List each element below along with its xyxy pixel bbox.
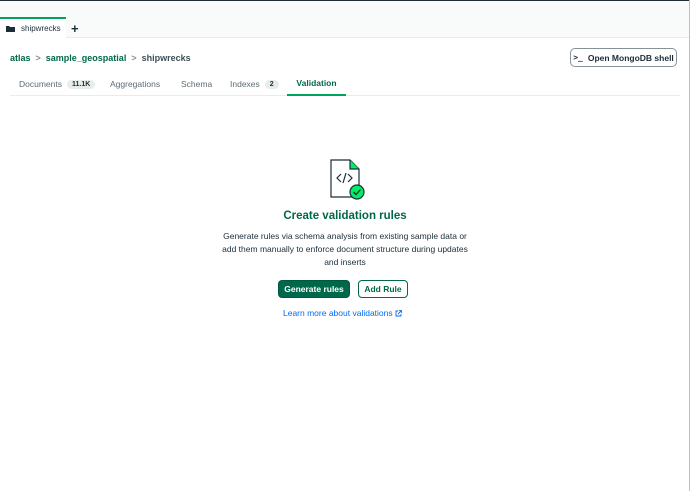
learn-more-validations-link[interactable]: Learn more about validations bbox=[283, 308, 402, 318]
add-tab-button[interactable]: + bbox=[71, 22, 79, 35]
chevron-right-icon: > bbox=[35, 53, 41, 63]
generate-rules-button[interactable]: Generate rules bbox=[278, 280, 350, 298]
workspace-tab-label: shipwrecks bbox=[21, 24, 61, 33]
breadcrumb-item-collection: shipwrecks bbox=[141, 53, 191, 63]
workspace-tab-shipwrecks[interactable]: shipwrecks bbox=[0, 17, 66, 38]
terminal-icon: >_ bbox=[573, 53, 583, 62]
tab-aggregations-label: Aggregations bbox=[110, 79, 161, 89]
empty-state-title: Create validation rules bbox=[283, 210, 407, 222]
empty-state-description: Generate rules via schema analysis from … bbox=[222, 231, 468, 267]
tab-schema-label: Schema bbox=[181, 79, 213, 89]
add-rule-button[interactable]: Add Rule bbox=[358, 280, 408, 298]
tab-documents[interactable]: Documents 11.1K bbox=[19, 72, 96, 96]
open-mongodb-shell-button[interactable]: >_ Open MongoDB shell bbox=[570, 48, 677, 67]
documents-count-badge: 11.1K bbox=[67, 79, 96, 89]
breadcrumb-item-atlas[interactable]: atlas bbox=[10, 53, 31, 63]
workspace-tab-strip bbox=[0, 1, 690, 38]
open-mongodb-shell-label: Open MongoDB shell bbox=[587, 52, 674, 63]
learn-more-label: Learn more about validations bbox=[283, 308, 393, 318]
tab-schema[interactable]: Schema bbox=[181, 72, 212, 96]
folder-icon bbox=[6, 26, 15, 32]
tab-aggregations[interactable]: Aggregations bbox=[110, 72, 160, 96]
breadcrumb-item-database[interactable]: sample_geospatial bbox=[46, 53, 127, 63]
tab-validation[interactable]: Validation bbox=[287, 72, 346, 96]
validation-document-icon bbox=[330, 159, 365, 200]
tab-indexes-label: Indexes bbox=[230, 79, 260, 89]
indexes-count-badge: 2 bbox=[264, 79, 279, 89]
tab-indexes[interactable]: Indexes 2 bbox=[230, 72, 279, 96]
tab-validation-label: Validation bbox=[296, 78, 337, 88]
external-link-icon bbox=[395, 309, 402, 316]
chevron-right-icon: > bbox=[131, 53, 137, 63]
breadcrumb: atlas > sample_geospatial > shipwrecks bbox=[10, 53, 191, 63]
tab-documents-label: Documents bbox=[19, 79, 62, 89]
